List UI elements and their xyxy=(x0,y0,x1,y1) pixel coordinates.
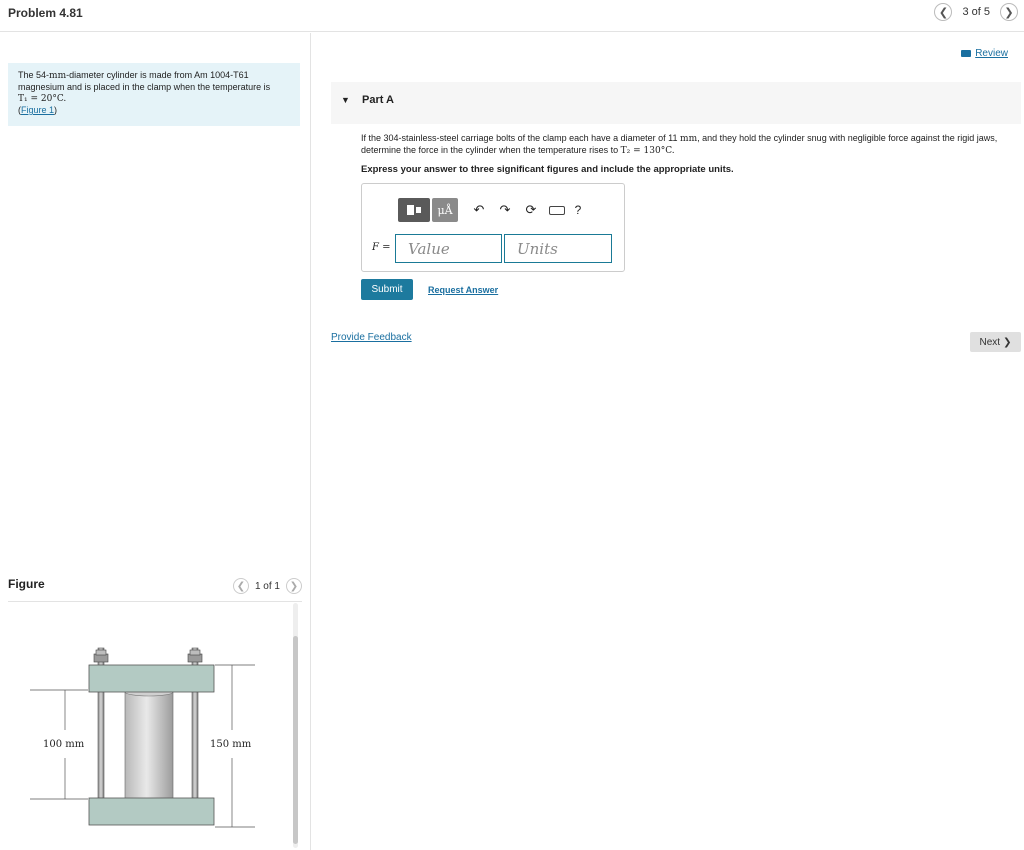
figure-pager: ❮ 1 of 1 ❯ xyxy=(232,578,302,594)
question-unit: mm xyxy=(680,134,698,144)
variable-symbol: F xyxy=(372,242,379,253)
reset-icon[interactable]: ⟳ xyxy=(518,198,544,222)
review-link[interactable]: Review xyxy=(961,48,1008,59)
dim-right-label: 150 mm xyxy=(210,739,252,750)
value-input[interactable] xyxy=(395,234,502,263)
template-square-icon xyxy=(407,205,414,215)
template-small-square-icon xyxy=(416,207,421,213)
problem-statement: The 54-mm-diameter cylinder is made from… xyxy=(8,63,300,126)
keyboard-icon[interactable] xyxy=(544,198,570,222)
units-input[interactable] xyxy=(504,234,612,263)
part-a-header[interactable]: ▼ Part A xyxy=(331,82,1021,124)
figure-header: Figure ❮ 1 of 1 ❯ xyxy=(8,572,302,602)
provide-feedback-link[interactable]: Provide Feedback xyxy=(331,332,412,343)
equals-sign: = xyxy=(378,242,391,253)
question-text-a: If the 304-stainless-steel carriage bolt… xyxy=(361,133,678,143)
request-answer-link[interactable]: Request Answer xyxy=(428,285,498,295)
answer-box: μÅ ↶ ↷ ⟳ ? F = xyxy=(361,183,625,272)
template-icon[interactable] xyxy=(398,198,430,222)
units-symbol-button[interactable]: μÅ xyxy=(432,198,458,222)
question-temperature: T₂ = 130°C. xyxy=(620,146,675,156)
help-icon[interactable]: ? xyxy=(570,198,586,222)
figure-scrollbar-thumb[interactable] xyxy=(293,636,298,844)
page-indicator: 3 of 5 xyxy=(962,6,990,18)
submit-button[interactable]: Submit xyxy=(361,279,413,300)
dim-left-label: 100 mm xyxy=(43,739,85,750)
chevron-left-icon[interactable]: ❮ xyxy=(232,578,249,594)
figure-page-indicator: 1 of 1 xyxy=(254,580,280,592)
chevron-left-icon[interactable]: ❮ xyxy=(934,3,953,21)
collapse-triangle-icon[interactable]: ▼ xyxy=(341,95,350,105)
problem-pager: ❮ 3 of 5 ❯ xyxy=(934,3,1018,21)
question-text: If the 304-stainless-steel carriage bolt… xyxy=(361,133,1011,157)
intro-unit: mm xyxy=(49,71,67,81)
math-toolbar: μÅ ↶ ↷ ⟳ ? xyxy=(398,198,586,222)
answer-instruction: Express your answer to three significant… xyxy=(361,164,734,175)
chevron-right-icon[interactable]: ❯ xyxy=(286,578,302,594)
problem-title: Problem 4.81 xyxy=(8,6,83,20)
figure-link[interactable]: Figure 1 xyxy=(21,105,54,115)
figure-label: Figure xyxy=(8,577,45,591)
chevron-right-icon[interactable]: ❯ xyxy=(1000,3,1018,21)
chevron-right-icon: ❯ xyxy=(1003,336,1012,348)
top-bar: Problem 4.81 ❮ 3 of 5 ❯ xyxy=(0,0,1024,32)
review-label: Review xyxy=(975,48,1008,59)
book-icon xyxy=(961,50,972,57)
next-button[interactable]: Next ❯ xyxy=(970,332,1021,352)
clamp-figure: 100 mm 150 mm xyxy=(30,647,255,828)
undo-icon[interactable]: ↶ xyxy=(466,198,492,222)
answer-variable: F = xyxy=(372,242,391,253)
part-label: Part A xyxy=(362,94,394,106)
redo-icon[interactable]: ↷ xyxy=(492,198,518,222)
intro-temperature: T₁ = 20°C. xyxy=(18,94,67,104)
next-label: Next xyxy=(979,336,1001,348)
intro-text-a: The 54- xyxy=(18,70,50,80)
